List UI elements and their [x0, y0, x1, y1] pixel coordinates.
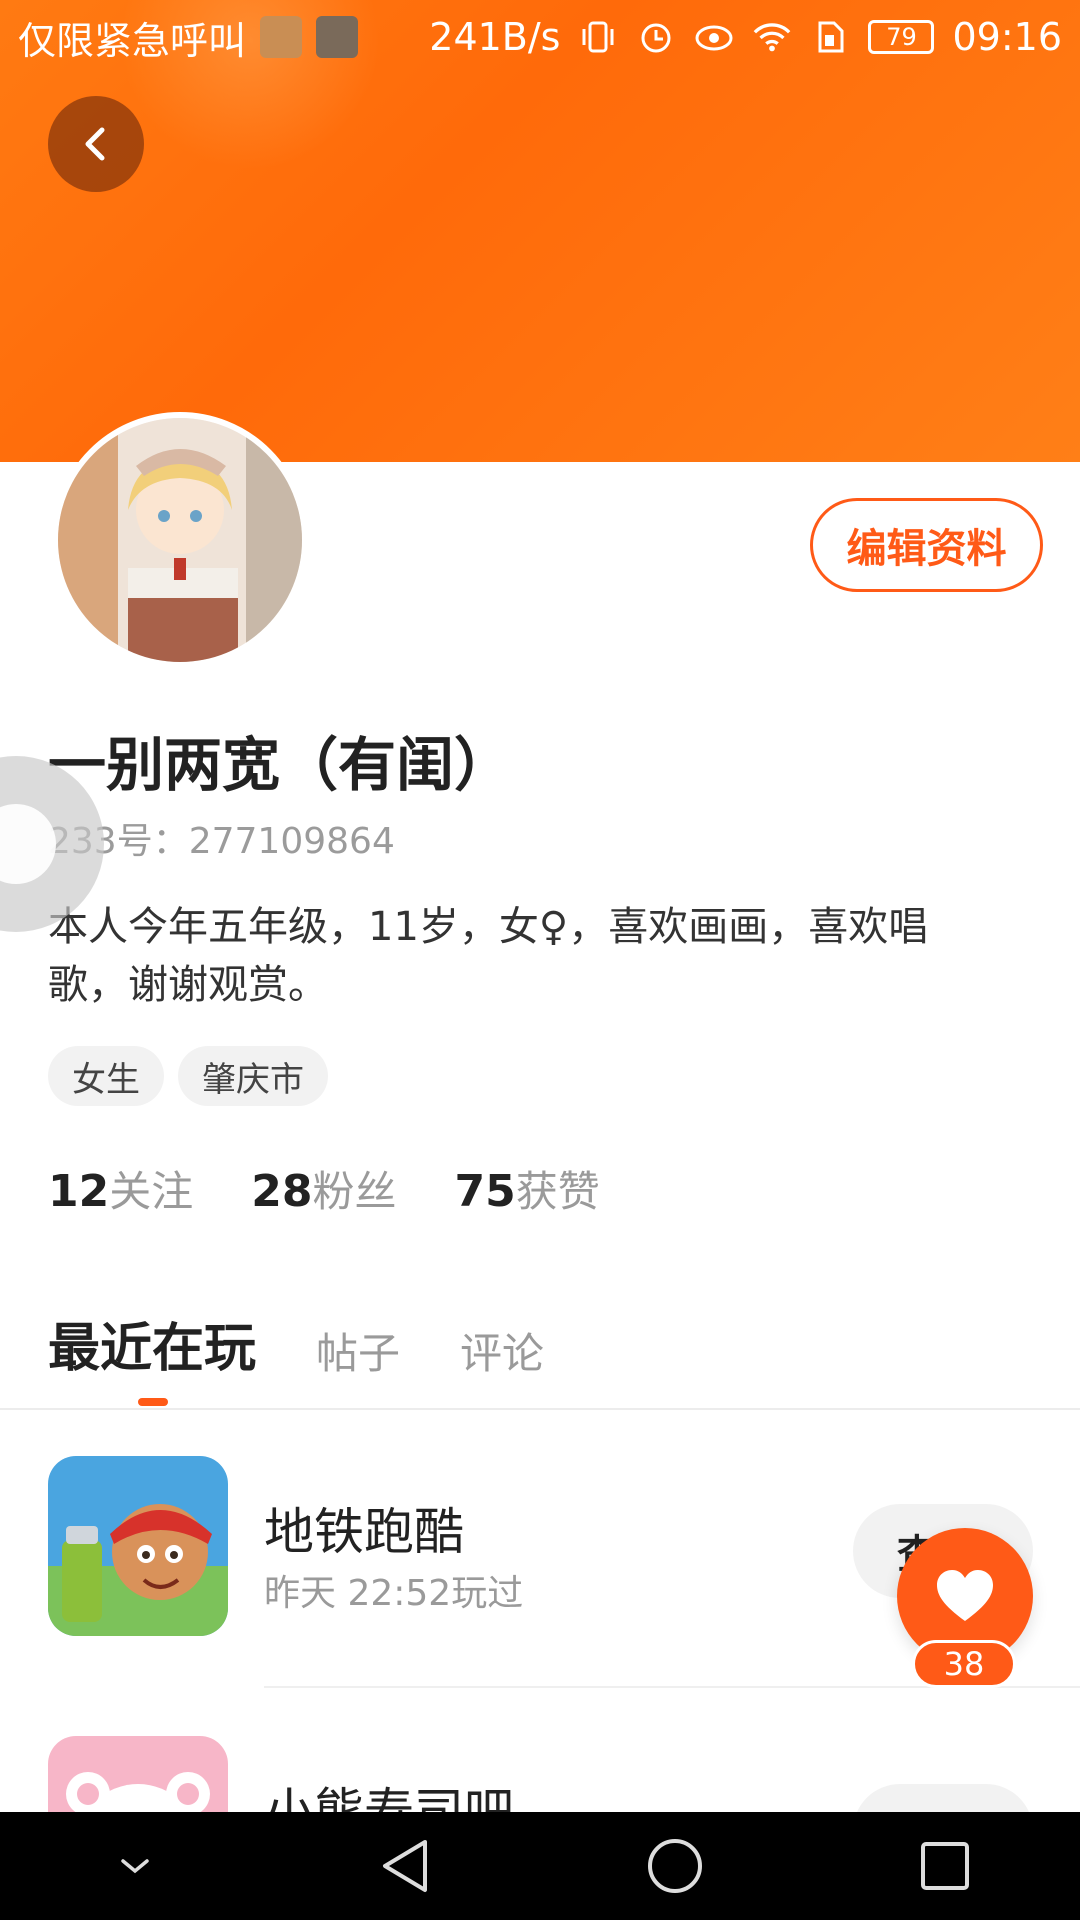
stat-label: 关注 [109, 1167, 194, 1216]
status-left: 仅限紧急呼叫 [18, 10, 359, 65]
game-title: 地铁跑酷 [264, 1503, 464, 1561]
status-right: 241B/s 79 09:16 [429, 15, 1062, 59]
stat-following[interactable]: 12关注 [48, 1158, 193, 1219]
tag-city: 肇庆市 [178, 1046, 328, 1106]
stat-value: 12 [48, 1166, 110, 1217]
clock: 09:16 [952, 15, 1062, 59]
edit-profile-button[interactable]: 编辑资料 [810, 498, 1043, 592]
stat-label: 粉丝 [312, 1167, 397, 1216]
game-icon [48, 1456, 228, 1636]
carrier-text: 仅限紧急呼叫 [18, 18, 247, 63]
net-speed: 241B/s [429, 15, 561, 59]
heart-icon [937, 1570, 993, 1621]
game-last-played: 昨天 22:52玩过 [264, 1573, 524, 1614]
tab-posts[interactable]: 帖子 [316, 1320, 400, 1381]
user-name: 一别两宽（有闺） [48, 731, 513, 799]
avatar[interactable] [52, 412, 308, 668]
assistive-ball-center [0, 804, 56, 884]
user-bio: 本人今年五年级，11岁，女♀，喜欢画画，喜欢唱歌，谢谢观赏。 [48, 904, 929, 1008]
profile-tabs: 最近在玩 帖子 评论 [48, 1306, 544, 1381]
square-recent-icon [921, 1842, 969, 1890]
stat-value: 75 [454, 1166, 516, 1217]
stat-followers[interactable]: 28粉丝 [251, 1158, 396, 1219]
tabs-divider [0, 1408, 1080, 1410]
tag-gender: 女生 [48, 1046, 164, 1106]
wifi-icon [752, 17, 792, 57]
nav-back-button[interactable] [360, 1821, 450, 1911]
sim-icon [810, 17, 850, 57]
profile-screen: 仅限紧急呼叫 241B/s 79 09:16 编辑资料 一别两宽（有闺） 233… [0, 0, 1080, 1920]
nav-recents-button[interactable] [900, 1821, 990, 1911]
eye-icon [694, 17, 734, 57]
stat-likes[interactable]: 75获赞 [455, 1158, 600, 1219]
vibrate-icon [578, 17, 618, 57]
chevron-left-icon [85, 127, 105, 161]
notification-thumbnail-icon [260, 16, 303, 58]
active-tab-indicator [138, 1398, 168, 1406]
nav-collapse-button[interactable] [90, 1821, 180, 1911]
chevron-down-icon [121, 1859, 149, 1874]
tab-comments[interactable]: 评论 [460, 1320, 544, 1381]
system-navigation-bar [0, 1812, 1080, 1920]
circle-home-icon [648, 1839, 702, 1893]
profile-tags: 女生 肇庆市 [48, 1046, 328, 1106]
notification-thumbnail-icon [316, 16, 359, 58]
tab-recently-played[interactable]: 最近在玩 [48, 1306, 256, 1381]
stat-value: 28 [251, 1166, 313, 1217]
profile-stats: 12关注 28粉丝 75获赞 [48, 1158, 600, 1219]
battery-indicator: 79 [868, 20, 935, 54]
like-count-badge: 38 [912, 1640, 1016, 1688]
back-button[interactable] [48, 96, 144, 192]
nav-home-button[interactable] [630, 1821, 720, 1911]
stat-label: 获赞 [515, 1167, 600, 1216]
avatar-illustration [58, 418, 302, 662]
triangle-back-icon [383, 1840, 427, 1892]
alarm-icon [636, 17, 676, 57]
status-bar: 仅限紧急呼叫 241B/s 79 09:16 [0, 0, 1080, 74]
